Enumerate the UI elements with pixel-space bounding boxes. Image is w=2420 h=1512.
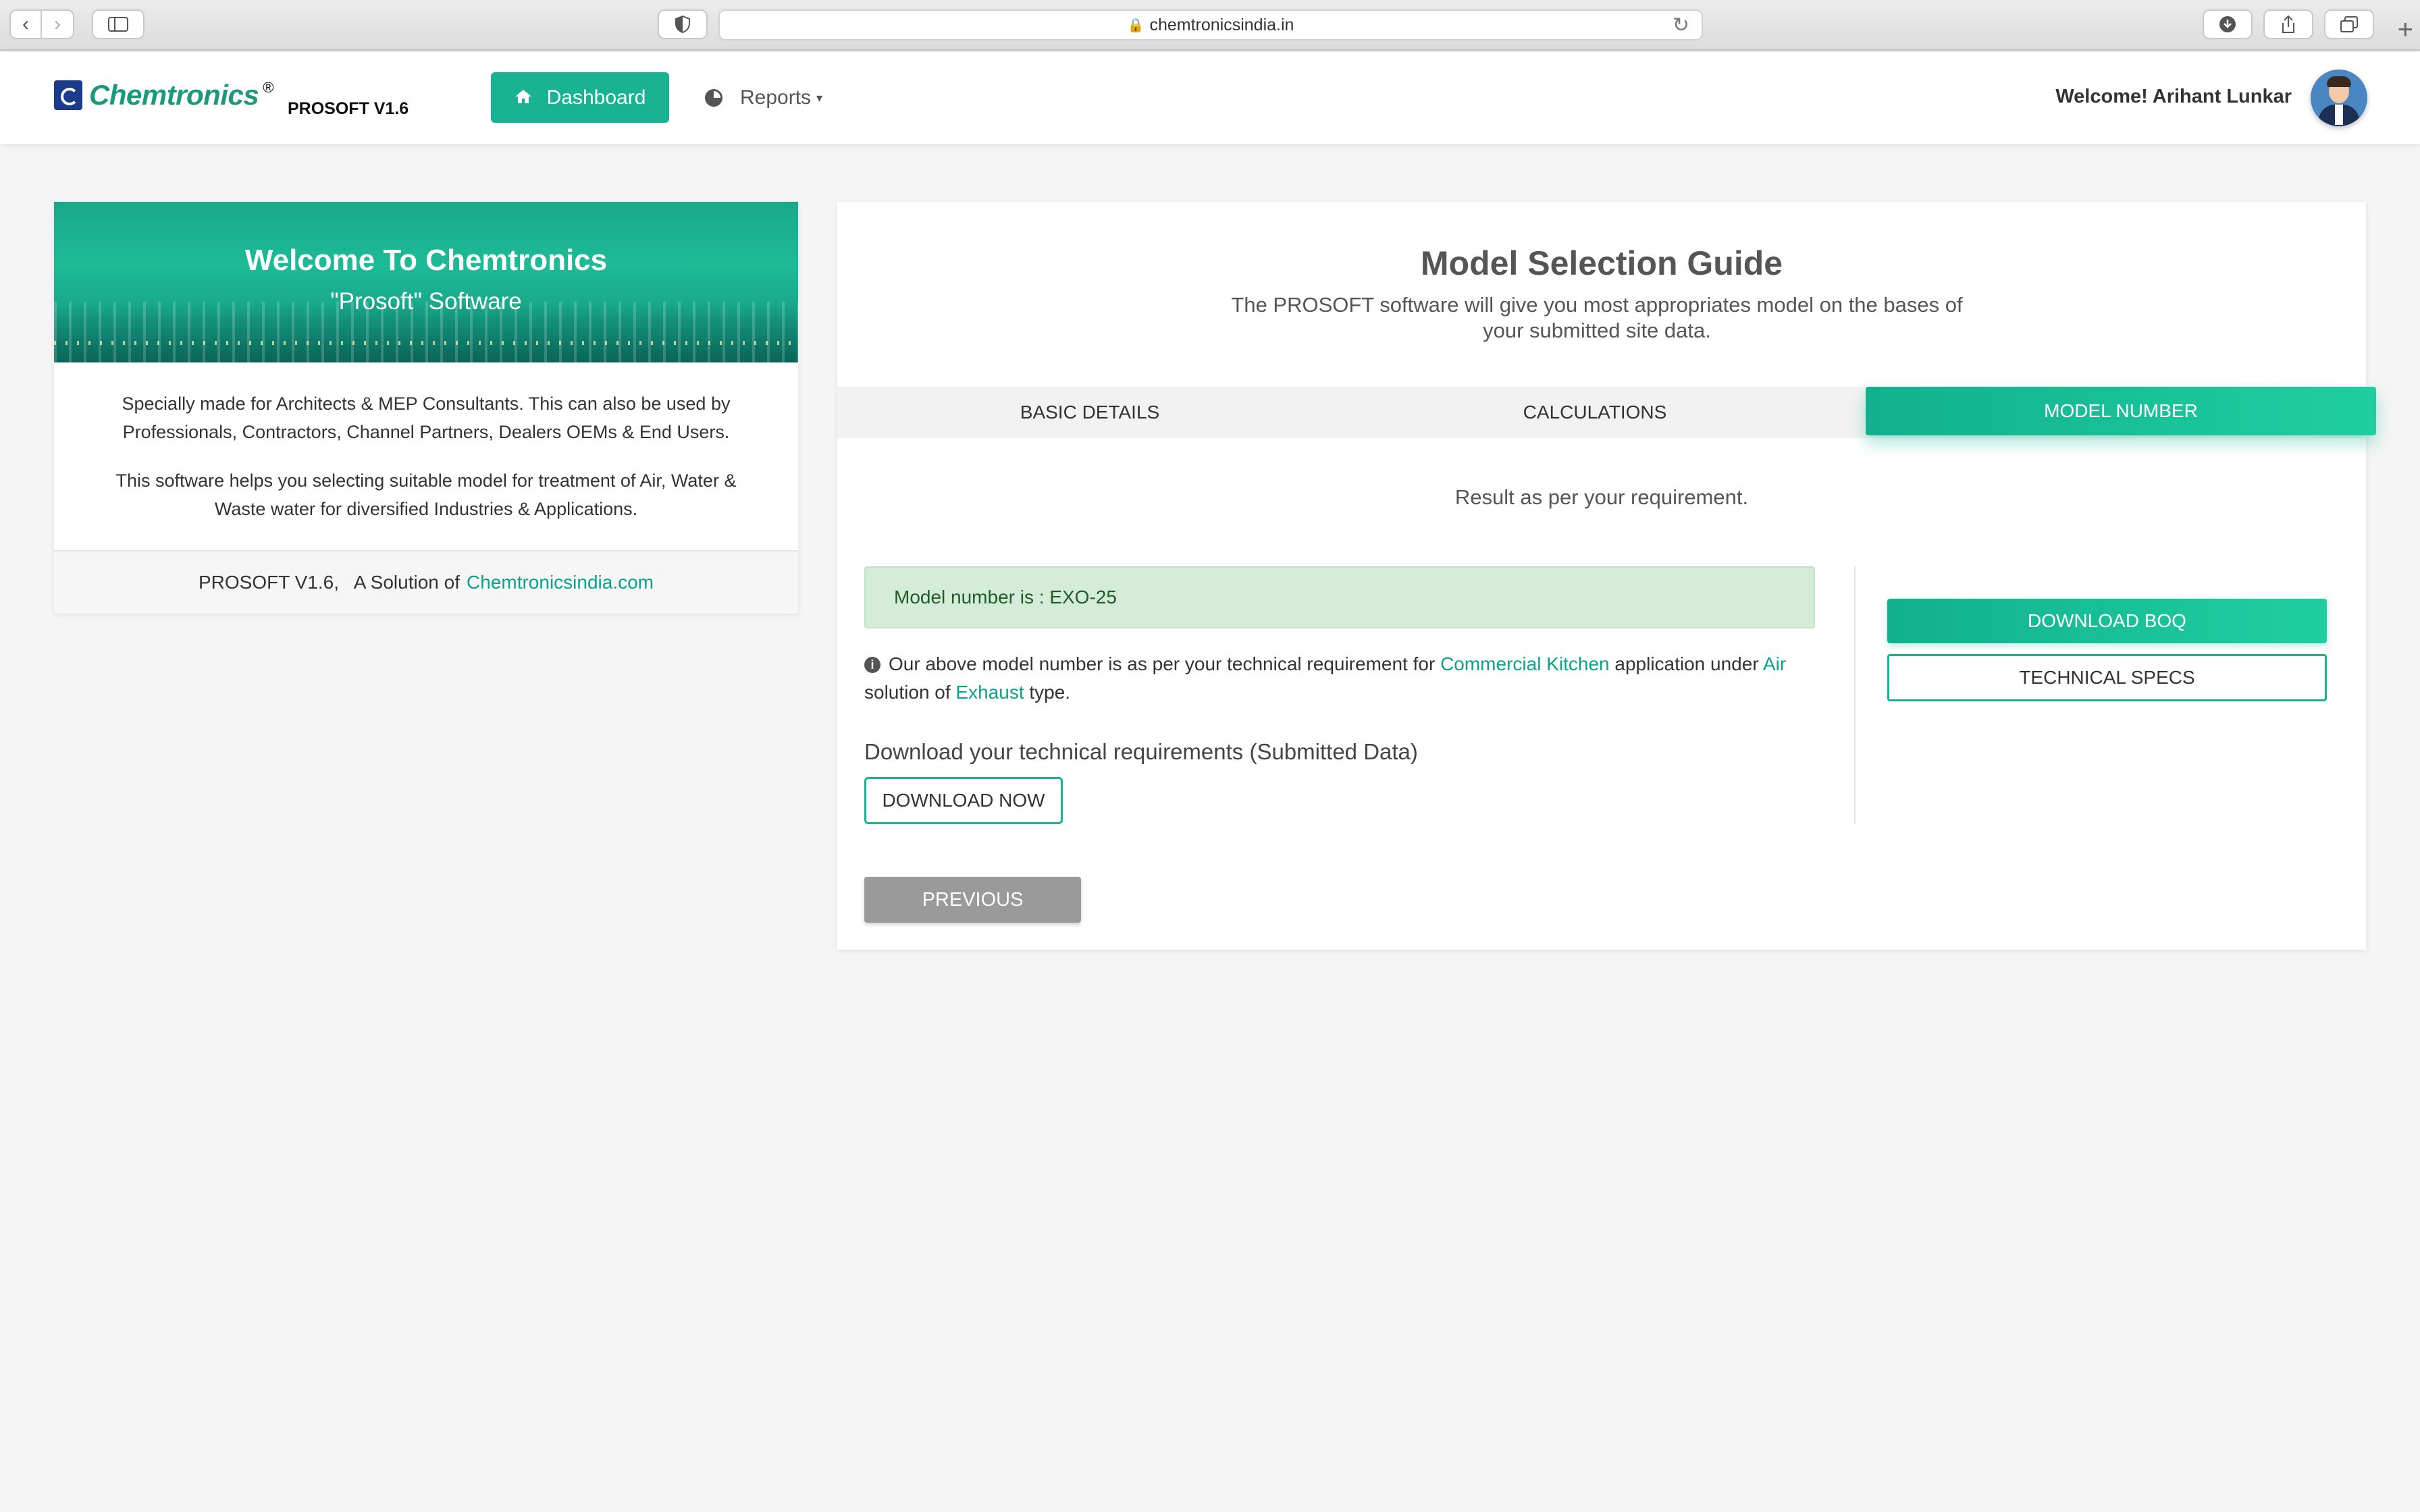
technical-specs-button[interactable]: TECHNICAL SPECS: [1887, 654, 2327, 701]
type-link: Exhaust: [955, 682, 1024, 703]
note-text: Our above model number is as per your te…: [889, 653, 1436, 674]
brand-logo[interactable]: Chemtronics ®: [54, 79, 273, 111]
downloads-icon[interactable]: [2203, 9, 2253, 39]
divider: [1854, 566, 1856, 824]
footer-text: PROSOFT V1.6, A Solution of: [198, 572, 460, 593]
privacy-shield-icon[interactable]: [658, 9, 708, 39]
result-text: Result as per your requirement.: [1454, 485, 1749, 509]
page-subtitle: The PROSOFT software will give you most …: [1231, 293, 1963, 342]
reports-label: Reports: [740, 86, 812, 109]
info-note: i Our above model number is as per your t…: [864, 650, 1810, 707]
welcome-title: Welcome To Chemtronics: [244, 244, 608, 277]
new-tab-icon[interactable]: +: [2398, 15, 2413, 45]
forward-icon[interactable]: ›: [42, 9, 74, 39]
share-icon[interactable]: [2263, 9, 2313, 39]
note-text: application under: [1614, 653, 1759, 674]
welcome-paragraph-1: Specially made for Architects & MEP Cons…: [122, 394, 731, 442]
reports-dropdown[interactable]: Reports ▾: [705, 83, 822, 113]
chemtronics-website-link[interactable]: Chemtronicsindia.com: [467, 572, 654, 593]
app-header: Chemtronics ® PROSOFT V1.6 Dashboard Repo…: [0, 52, 2420, 144]
address-bar[interactable]: 🔒 chemtronicsindia.in ↻: [718, 9, 1703, 40]
caret-down-icon: ▾: [816, 90, 823, 105]
lock-icon: 🔒: [1127, 18, 1145, 33]
welcome-footer: PROSOFT V1.6, A Solution of Chemtronicsi…: [54, 550, 798, 614]
tab-calculations[interactable]: Calculations: [1342, 387, 1847, 438]
model-selection-card: Model Selection Guide The PROSOFT softwa…: [837, 202, 2376, 950]
home-icon: [515, 87, 532, 109]
download-now-button[interactable]: DOWNLOAD NOW: [864, 777, 1063, 824]
dashboard-label: Dashboard: [546, 86, 646, 109]
welcome-description: Specially made for Architects & MEP Cons…: [54, 362, 798, 545]
welcome-user-text: Welcome! Arihant Lunkar: [2055, 86, 2292, 107]
wizard-tabs: Basic Details Calculations Model Number: [837, 387, 2376, 438]
browser-nav-buttons: ‹ ›: [9, 9, 74, 39]
reload-icon[interactable]: ↻: [1673, 14, 1689, 37]
sidebar-toggle-icon[interactable]: [92, 9, 144, 39]
back-icon[interactable]: ‹: [9, 9, 42, 39]
brand-name: Chemtronics ®: [89, 79, 273, 111]
note-text: type.: [1029, 682, 1071, 703]
tabs-overview-icon[interactable]: [2324, 9, 2374, 39]
tab-basic-details[interactable]: Basic Details: [837, 387, 1342, 438]
dashboard-button[interactable]: Dashboard: [491, 72, 669, 123]
welcome-card: Welcome To Chemtronics "Prosoft" Softwar…: [54, 202, 798, 614]
user-avatar[interactable]: [2311, 70, 2367, 126]
tab-model-number[interactable]: Model Number: [1866, 387, 2376, 435]
welcome-banner: Welcome To Chemtronics "Prosoft" Softwar…: [54, 202, 798, 362]
note-text: solution of: [864, 682, 951, 703]
page-title: Model Selection Guide: [1420, 244, 1783, 282]
banner-lights: [54, 341, 798, 345]
browser-toolbar: ‹ › 🔒 chemtronicsindia.in ↻ +: [0, 0, 2420, 51]
app-version: PROSOFT V1.6: [288, 99, 409, 118]
model-number-alert: Model number is : EXO-25: [864, 566, 1815, 628]
solution-link: Air: [1762, 653, 1787, 674]
url-text: chemtronicsindia.in: [1149, 15, 1294, 34]
pie-chart-icon: [705, 89, 722, 107]
previous-button[interactable]: PREVIOUS: [864, 877, 1081, 923]
application-link: Commercial Kitchen: [1440, 653, 1610, 674]
welcome-paragraph-2: This software helps you selecting suitab…: [115, 470, 737, 519]
welcome-subtitle: "Prosoft" Software: [330, 288, 522, 315]
info-icon: i: [864, 657, 880, 673]
logo-mark-icon: [54, 80, 82, 110]
download-boq-button[interactable]: DOWNLOAD BOQ: [1887, 599, 2327, 643]
download-requirements-label: Download your technical requirements (Su…: [864, 739, 1418, 764]
